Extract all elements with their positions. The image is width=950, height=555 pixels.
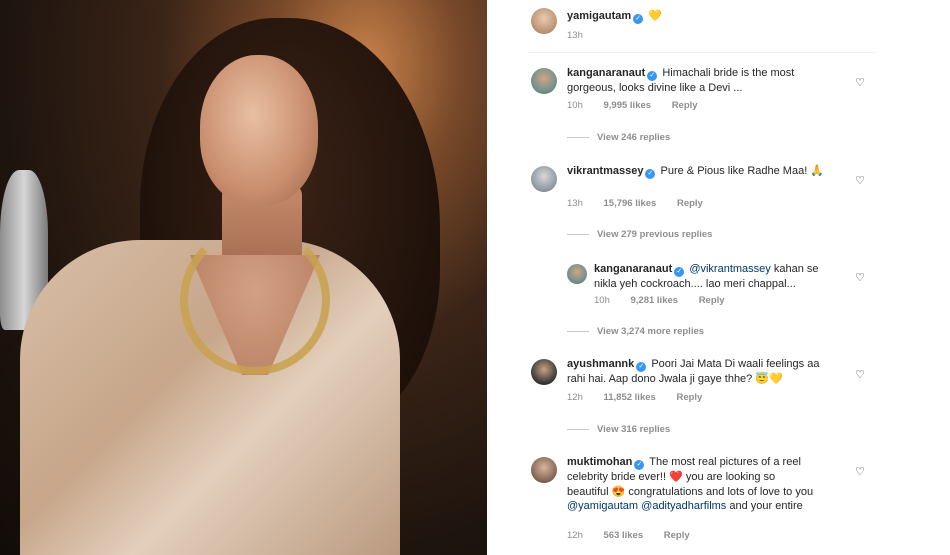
verified-icon: ✓	[634, 460, 645, 470]
divider-line	[567, 330, 589, 332]
comment-text: and your entire	[729, 500, 803, 512]
view-replies-label: View 279 previous replies	[597, 229, 713, 240]
divider	[529, 52, 877, 53]
comment-username[interactable]: vikrantmassey	[567, 165, 643, 177]
comment-text: Pure & Pious like Radhe Maa! 🙏	[660, 165, 825, 177]
comment-time: 12h	[567, 530, 583, 541]
comment-username[interactable]: ayushmannk	[567, 358, 634, 370]
comment-time: 13h	[567, 198, 583, 209]
reply-button[interactable]: Reply	[676, 392, 702, 403]
like-heart-icon[interactable]: ♡	[854, 77, 866, 89]
comment-time: 10h	[567, 100, 583, 111]
view-previous-replies-button[interactable]: View 279 previous replies	[567, 229, 712, 240]
verified-icon: ✓	[633, 14, 644, 24]
mention-link[interactable]: @yamigautam	[567, 500, 638, 512]
verified-icon: ✓	[674, 267, 685, 277]
verified-icon: ✓	[647, 71, 658, 81]
avatar[interactable]	[531, 68, 557, 94]
mention-link[interactable]: @adityadharfilms	[641, 500, 726, 512]
comment-meta: 13h 15,796 likes Reply	[567, 198, 721, 209]
verified-icon: ✓	[636, 362, 647, 372]
view-more-replies-button[interactable]: View 3,274 more replies	[567, 326, 704, 337]
verified-icon: ✓	[645, 169, 656, 179]
reply-button[interactable]: Reply	[699, 295, 725, 306]
post-photo	[0, 0, 487, 555]
like-heart-icon[interactable]: ♡	[854, 175, 866, 187]
avatar[interactable]	[531, 457, 557, 483]
like-heart-icon[interactable]: ♡	[854, 272, 866, 284]
comment-likes[interactable]: 9,281 likes	[631, 295, 679, 306]
comment-likes[interactable]: 15,796 likes	[604, 198, 657, 209]
avatar[interactable]	[531, 8, 557, 34]
divider-line	[567, 233, 589, 235]
yellow-heart-emoji: 💛	[648, 10, 662, 22]
comment-username[interactable]: kanganaranaut	[567, 67, 645, 79]
mention-link[interactable]: @vikrantmassey	[689, 263, 770, 275]
comment-meta: 10h 9,281 likes Reply	[594, 295, 743, 306]
post-meta: 13h	[567, 30, 601, 41]
view-replies-label: View 316 replies	[597, 424, 671, 435]
comments-panel: yamigautam ✓ 💛 13h kanganaranaut ✓ Himacha…	[487, 0, 950, 555]
post-username[interactable]: yamigautam	[567, 10, 631, 22]
post-time: 13h	[567, 30, 583, 41]
comment-meta: 12h 11,852 likes Reply	[567, 392, 720, 403]
avatar[interactable]	[531, 359, 557, 385]
view-replies-button[interactable]: View 316 replies	[567, 424, 670, 435]
like-heart-icon[interactable]: ♡	[854, 369, 866, 381]
comment-likes[interactable]: 11,852 likes	[604, 392, 656, 403]
comment-time: 12h	[567, 392, 583, 403]
comment-username[interactable]: muktimohan	[567, 456, 632, 468]
avatar[interactable]	[567, 264, 587, 284]
photo-necklace	[180, 225, 330, 375]
comment-time: 10h	[594, 295, 610, 306]
divider-line	[567, 428, 589, 430]
reply-button[interactable]: Reply	[672, 100, 698, 111]
view-replies-button[interactable]: View 246 replies	[567, 132, 670, 143]
photo-face	[200, 55, 318, 205]
view-replies-label: View 246 replies	[597, 132, 671, 143]
reply-button[interactable]: Reply	[677, 198, 703, 209]
comment-meta: 10h 9,995 likes Reply	[567, 100, 716, 111]
comment-likes[interactable]: 9,995 likes	[604, 100, 652, 111]
comment-username[interactable]: kanganaranaut	[594, 263, 672, 275]
comment-meta: 12h 563 likes Reply	[567, 530, 708, 541]
avatar[interactable]	[531, 166, 557, 192]
reply-button[interactable]: Reply	[664, 530, 690, 541]
like-heart-icon[interactable]: ♡	[854, 466, 866, 478]
comment-likes[interactable]: 563 likes	[604, 530, 644, 541]
view-replies-label: View 3,274 more replies	[597, 326, 705, 337]
divider-line	[567, 136, 589, 138]
